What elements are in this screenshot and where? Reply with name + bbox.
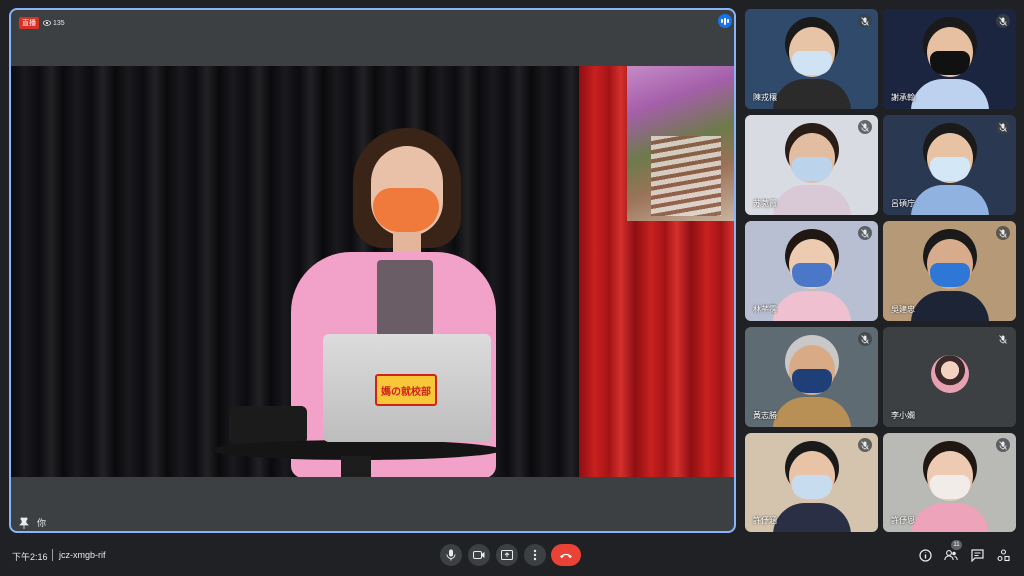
mic-off-icon (996, 14, 1010, 28)
mic-off-icon (996, 438, 1010, 452)
main-speaker-tile[interactable]: 直播 135 媽の就校部 你 (9, 8, 736, 533)
participant-tile[interactable]: 林芊霈 (745, 221, 878, 321)
participant-name: 呂碩庁 (891, 199, 915, 208)
face-mask (930, 157, 970, 181)
participant-tile[interactable]: 黃志勝 (745, 327, 878, 427)
participant-name: 苏菀霞 (753, 199, 777, 208)
viewer-count: 135 (53, 19, 65, 27)
mic-off-icon (858, 14, 872, 28)
background-photo (627, 66, 734, 221)
activities-button[interactable] (995, 547, 1011, 563)
chat-icon (970, 548, 984, 562)
face-mask (792, 475, 832, 499)
end-call-icon (560, 553, 572, 558)
mic-button[interactable] (440, 544, 462, 566)
mic-off-icon (996, 226, 1010, 240)
participant-avatar (931, 355, 969, 393)
laptop-sticker: 媽の就校部 (375, 374, 437, 406)
face-mask (792, 369, 832, 393)
mic-off-icon (858, 226, 872, 240)
participant-name: 李小嫻 (891, 411, 915, 420)
participant-name: 林芊霈 (753, 305, 777, 314)
activities-icon (996, 548, 1010, 561)
participant-tile[interactable]: 謝承翰 (883, 9, 1016, 109)
meet-window: 直播 135 媽の就校部 你 陳戎穰 謝承翰 苏菀霞 呂碩庁 林芊霈 吳建忠 黃… (0, 0, 1024, 576)
participant-name: 黃志勝 (753, 411, 777, 420)
face-mask (792, 51, 832, 75)
camera-icon (473, 551, 485, 559)
meeting-code[interactable]: jcz-xmgb-rif (59, 550, 106, 560)
meeting-details-button[interactable] (917, 547, 933, 563)
viewer-count-badge: 135 (39, 17, 69, 29)
mic-off-icon (858, 332, 872, 346)
phone-stand (229, 406, 307, 444)
face-mask (792, 157, 832, 181)
laptop: 媽の就校部 (323, 334, 491, 442)
participant-name: 陳戎穰 (753, 93, 777, 102)
face-mask (930, 475, 970, 499)
participant-tile[interactable]: 李小嫻 (883, 327, 1016, 427)
mic-off-icon (996, 120, 1010, 134)
divider (52, 549, 53, 561)
participant-tile[interactable]: 吳建忠 (883, 221, 1016, 321)
participant-tile[interactable]: 呂碩庁 (883, 115, 1016, 215)
present-button[interactable] (496, 544, 518, 566)
end-call-button[interactable] (551, 544, 581, 566)
eye-icon (43, 20, 51, 26)
present-icon (501, 550, 513, 560)
live-badge: 直播 (19, 17, 39, 29)
face-mask (930, 51, 970, 75)
face-mask (792, 263, 832, 287)
participant-name: 許伃涵 (753, 516, 777, 525)
participant-name: 謝承翰 (891, 93, 915, 102)
meeting-time: 下午2:16 (12, 552, 48, 562)
mic-off-icon (858, 120, 872, 134)
participant-name: 吳建忠 (891, 305, 915, 314)
speaking-indicator-icon (718, 14, 732, 28)
stage-participant-name: 你 (37, 518, 47, 528)
face-mask (930, 263, 970, 287)
more-icon (533, 549, 537, 561)
people-icon (944, 550, 958, 561)
participant-tile[interactable]: 許伃涵 (745, 433, 878, 532)
people-count-badge: 11 (951, 540, 962, 550)
info-icon (918, 548, 932, 562)
pin-icon[interactable] (17, 516, 31, 530)
chat-button[interactable] (969, 547, 985, 563)
participant-name: 許伃恩 (891, 516, 915, 525)
participant-tile[interactable]: 苏菀霞 (745, 115, 878, 215)
camera-button[interactable] (468, 544, 490, 566)
participant-tile[interactable]: 陳戎穰 (745, 9, 878, 109)
speaker-video: 媽の就校部 (11, 66, 734, 477)
bottom-toolbar: 下午2:16 jcz-xmgb-rif 11 (0, 536, 1024, 576)
mic-off-icon (858, 438, 872, 452)
mic-off-icon (996, 332, 1010, 346)
more-options-button[interactable] (524, 544, 546, 566)
participant-tile[interactable]: 許伃恩 (883, 433, 1016, 532)
mic-icon (446, 549, 456, 561)
